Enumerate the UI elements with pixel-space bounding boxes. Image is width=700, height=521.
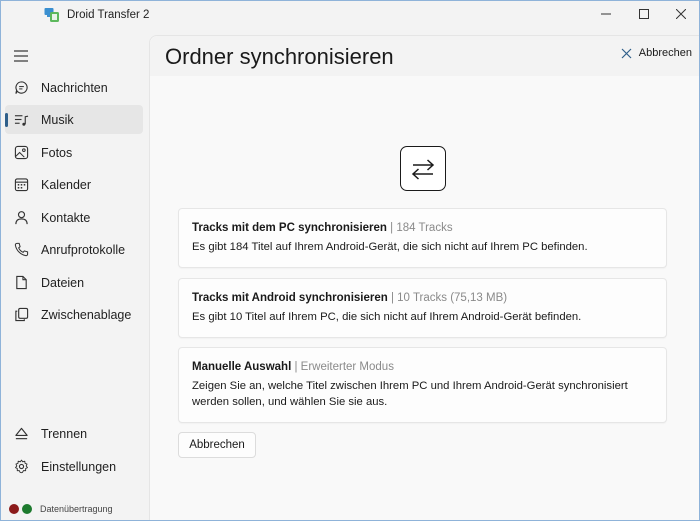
droid-transfer-logo-icon [44, 8, 59, 22]
sidebar-item-dateien[interactable]: Dateien [5, 268, 143, 297]
sidebar-item-kalender[interactable]: Kalender [5, 170, 143, 199]
sidebar-item-musik[interactable]: Musik [5, 105, 143, 134]
close-icon [621, 48, 632, 58]
sidebar-item-label: Kalender [41, 178, 92, 192]
sync-arrows-glyph [411, 158, 435, 180]
option-subtitle: | Erweiterter Modus [291, 361, 394, 373]
app-title: Droid Transfer 2 [67, 9, 150, 21]
clipboard-icon [15, 307, 29, 322]
minimize-button[interactable] [586, 1, 626, 27]
sidebar-item-label: Anrufprotokolle [41, 243, 126, 257]
gear-icon [15, 459, 28, 474]
option-description: Zeigen Sie an, welche Titel zwischen Ihr… [192, 380, 628, 408]
photo-icon [14, 145, 29, 160]
hamburger-icon[interactable] [13, 49, 29, 63]
connection-status: Datenübertragung [9, 504, 113, 514]
sidebar-item-einstellungen[interactable]: Einstellungen [5, 452, 143, 481]
option-description: Es gibt 184 Titel auf Ihrem Android-Gerä… [192, 241, 588, 253]
sidebar-item-zwischenablage[interactable]: Zwischenablage [5, 300, 143, 329]
sidebar-item-label: Einstellungen [41, 460, 117, 474]
option-title-text: Manuelle Auswahl [192, 361, 292, 373]
person-icon [15, 211, 28, 225]
sidebar-item-label: Zwischenablage [41, 308, 132, 322]
sidebar-item-nachrichten[interactable]: Nachrichten [5, 73, 143, 102]
option-title-text: Tracks mit Android synchronisieren [192, 292, 388, 304]
title-bar: Droid Transfer 2 [1, 1, 699, 29]
status-dot-green [22, 504, 32, 514]
main-panel: Ordner synchronisieren Abbrechen Tracks … [149, 35, 699, 520]
option-subtitle: | 184 Tracks [386, 222, 453, 234]
sidebar-item-kontakte[interactable]: Kontakte [5, 203, 143, 232]
eject-icon [15, 427, 28, 440]
sidebar-item-label: Nachrichten [41, 81, 108, 95]
phone-icon [14, 242, 29, 257]
music-list-icon [14, 115, 29, 126]
sidebar-item-trennen[interactable]: Trennen [5, 419, 143, 448]
sidebar-item-label: Musik [41, 113, 74, 127]
page-title: Ordner synchronisieren [165, 44, 394, 69]
cancel-button[interactable]: Abbrechen [178, 432, 256, 458]
option-manual-selection[interactable]: Manuelle Auswahl | Erweiterter Modus Zei… [178, 347, 667, 423]
minimize-icon [601, 13, 611, 15]
status-text: Datenübertragung [40, 504, 113, 514]
sidebar-item-label: Trennen [41, 427, 88, 441]
maximize-button[interactable] [624, 1, 664, 27]
sidebar-item-label: Dateien [41, 276, 85, 290]
option-description: Es gibt 10 Titel auf Ihrem PC, die sich … [192, 311, 582, 323]
header-cancel-button[interactable]: Abbrechen [621, 47, 692, 59]
option-subtitle: | 10 Tracks (75,13 MB) [387, 292, 508, 304]
option-title: Tracks mit dem PC synchronisieren | 184 … [192, 222, 653, 234]
file-icon [16, 275, 27, 290]
maximize-icon [639, 9, 649, 19]
app-window: Droid Transfer 2 Nachrichten Musik Fotos… [0, 0, 700, 521]
header-cancel-label: Abbrechen [638, 47, 692, 59]
close-icon [676, 9, 686, 19]
calendar-icon [14, 178, 29, 192]
sidebar-item-anrufprotokolle[interactable]: Anrufprotokolle [5, 235, 143, 264]
sidebar: Nachrichten Musik Fotos Kalender Kontakt… [1, 29, 149, 520]
option-title: Manuelle Auswahl | Erweiterter Modus [192, 361, 653, 373]
status-dot-red [9, 504, 19, 514]
sync-arrows-icon [400, 146, 446, 191]
option-sync-to-android[interactable]: Tracks mit Android synchronisieren | 10 … [178, 278, 667, 338]
option-title: Tracks mit Android synchronisieren | 10 … [192, 292, 653, 304]
option-sync-to-pc[interactable]: Tracks mit dem PC synchronisieren | 184 … [178, 208, 667, 268]
sidebar-item-label: Fotos [41, 146, 73, 160]
chat-bubble-icon [15, 81, 28, 94]
sidebar-item-fotos[interactable]: Fotos [5, 138, 143, 167]
sidebar-item-label: Kontakte [41, 211, 91, 225]
option-title-text: Tracks mit dem PC synchronisieren [192, 222, 387, 234]
close-window-button[interactable] [661, 1, 699, 27]
page-header: Ordner synchronisieren Abbrechen [150, 36, 699, 76]
